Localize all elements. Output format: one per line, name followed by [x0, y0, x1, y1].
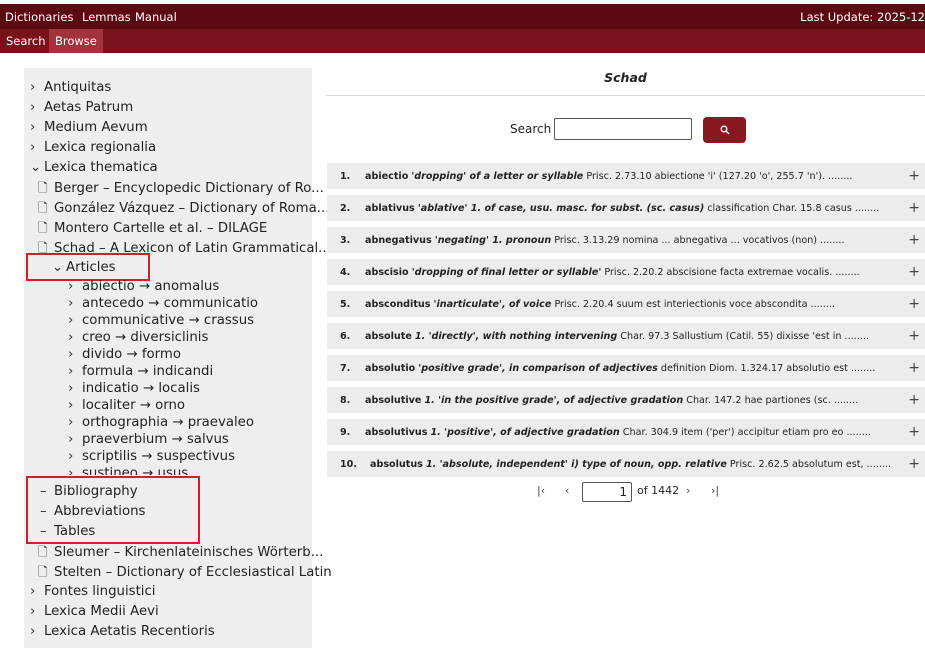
tree-range-item[interactable]: › divido → formo: [68, 347, 181, 363]
chevron-right-icon: ›: [30, 604, 36, 619]
expand-plus-icon[interactable]: +: [908, 392, 920, 408]
chevron-right-icon: ›: [68, 347, 74, 362]
result-row[interactable]: 10. absolutus 1. 'absolute, independent'…: [327, 451, 925, 477]
result-row[interactable]: 5. absconditus 'inarticulate', of voice …: [327, 291, 925, 317]
expand-plus-icon[interactable]: +: [908, 456, 920, 472]
tree-item-medii-aevi[interactable]: › Lexica Medii Aevi: [30, 604, 159, 620]
search-button[interactable]: [703, 117, 746, 143]
tree-range-item[interactable]: › localiter → orno: [68, 398, 185, 414]
chevron-right-icon: ›: [30, 100, 36, 115]
page-number-input[interactable]: 1: [582, 482, 632, 502]
document-icon: 🗋: [38, 201, 48, 215]
result-row[interactable]: 1. abiectio 'dropping' of a letter or sy…: [327, 163, 925, 189]
expand-plus-icon[interactable]: +: [908, 264, 920, 280]
highlight-box-articles: [26, 253, 150, 281]
chevron-right-icon: ›: [68, 398, 74, 413]
result-row[interactable]: 8. absolutive 1. 'in the positive grade'…: [327, 387, 925, 413]
sub-nav-bar: Search Browse: [0, 29, 925, 53]
tree-range-item[interactable]: › antecedo → communicatio: [68, 296, 258, 312]
chevron-right-icon: ›: [30, 584, 36, 599]
expand-plus-icon[interactable]: +: [908, 360, 920, 376]
chevron-right-icon: ›: [68, 364, 74, 379]
tree-dict-sleumer[interactable]: 🗋 Sleumer – Kirchenlateinisches Wörterb..…: [38, 544, 323, 561]
next-page-button[interactable]: ›: [686, 484, 690, 497]
tree-range-item[interactable]: › orthographia → praevaleo: [68, 415, 254, 431]
tree-item-fontes[interactable]: › Fontes linguistici: [30, 584, 156, 600]
tree-item-aetas-patrum[interactable]: › Aetas Patrum: [30, 100, 133, 116]
document-icon: 🗋: [38, 181, 48, 195]
highlight-box-extras: [26, 476, 200, 544]
result-row[interactable]: 6. absolute 1. 'directly', with nothing …: [327, 323, 925, 349]
expand-plus-icon[interactable]: +: [908, 200, 920, 216]
chevron-right-icon: ›: [30, 120, 36, 135]
result-row[interactable]: 9. absolutivus 1. 'positive', of adjecti…: [327, 419, 925, 445]
first-page-button[interactable]: |‹: [537, 484, 545, 497]
chevron-right-icon: ›: [68, 279, 74, 294]
document-icon: 🗋: [38, 221, 48, 235]
tree-item-medium-aevum[interactable]: › Medium Aevum: [30, 120, 148, 136]
result-row[interactable]: 7. absolutio 'positive grade', in compar…: [327, 355, 925, 381]
tree-range-item[interactable]: › scriptilis → suspectivus: [68, 449, 235, 465]
expand-plus-icon[interactable]: +: [908, 296, 920, 312]
tree-range-item[interactable]: › formula → indicandi: [68, 364, 213, 380]
tree-dict-gonzalez[interactable]: 🗋 González Vázquez – Dictionary of Roma..…: [38, 200, 329, 217]
tree-range-item[interactable]: › sustineo → usus: [68, 466, 188, 475]
expand-plus-icon[interactable]: +: [908, 168, 920, 184]
title-divider: [326, 95, 925, 96]
chevron-right-icon: ›: [68, 432, 74, 447]
chevron-right-icon: ›: [68, 313, 74, 328]
search-icon: [720, 125, 729, 135]
tree-range-item[interactable]: › abiectio → anomalus: [68, 279, 219, 295]
nav-lemmas[interactable]: Lemmas: [82, 10, 131, 24]
chevron-right-icon: ›: [68, 296, 74, 311]
tree-dict-berger[interactable]: 🗋 Berger – Encyclopedic Dictionary of Ro.…: [38, 180, 324, 197]
subnav-browse[interactable]: Browse: [49, 29, 103, 53]
document-icon: 🗋: [38, 545, 48, 559]
tree-dict-stelten[interactable]: 🗋 Stelten – Dictionary of Ecclesiastical …: [38, 564, 332, 581]
tree-item-lexica-regionalia[interactable]: › Lexica regionalia: [30, 140, 156, 156]
chevron-right-icon: ›: [30, 80, 36, 95]
result-row[interactable]: 3. abnegativus 'negating' 1. pronoun Pri…: [327, 227, 925, 253]
chevron-right-icon: ›: [68, 330, 74, 345]
prev-page-button[interactable]: ‹: [565, 484, 569, 497]
result-row[interactable]: 4. abscisio 'dropping of final letter or…: [327, 259, 925, 285]
tree-range-item[interactable]: › communicative → crassus: [68, 313, 254, 329]
last-update-text: Last Update: 2025-12: [800, 10, 925, 24]
page-title: Schad: [604, 70, 647, 85]
chevron-right-icon: ›: [68, 449, 74, 464]
chevron-right-icon: ›: [68, 381, 74, 396]
tree-item-lexica-thematica[interactable]: ⌄ Lexica thematica: [30, 160, 158, 176]
page-total-label: of 1442: [637, 484, 680, 497]
tree-dict-montero[interactable]: 🗋 Montero Cartelle et al. – DILAGE: [38, 220, 267, 237]
search-label: Search: [510, 122, 552, 136]
subnav-search[interactable]: Search: [0, 29, 52, 53]
chevron-right-icon: ›: [68, 466, 74, 475]
last-page-button[interactable]: ›|: [711, 484, 719, 497]
nav-dictionaries[interactable]: Dictionaries: [5, 10, 73, 24]
search-input[interactable]: [554, 118, 692, 140]
chevron-right-icon: ›: [68, 415, 74, 430]
tree-range-item[interactable]: › praeverbium → salvus: [68, 432, 229, 448]
tree-item-antiquitas[interactable]: › Antiquitas: [30, 80, 111, 96]
expand-plus-icon[interactable]: +: [908, 328, 920, 344]
nav-manual[interactable]: Manual: [135, 10, 177, 24]
result-row[interactable]: 2. ablativus 'ablative' 1. of case, usu.…: [327, 195, 925, 221]
expand-plus-icon[interactable]: +: [908, 424, 920, 440]
tree-range-item[interactable]: › indicatio → localis: [68, 381, 200, 397]
document-icon: 🗋: [38, 565, 48, 579]
tree-range-item[interactable]: › creo → diversiclinis: [68, 330, 208, 346]
top-nav-bar: Dictionaries Lemmas Manual Last Update: …: [0, 4, 925, 29]
chevron-right-icon: ›: [30, 140, 36, 155]
dictionary-tree-sidebar: › Antiquitas › Aetas Patrum › Medium Aevum …: [24, 68, 332, 648]
expand-plus-icon[interactable]: +: [908, 232, 920, 248]
chevron-down-icon: ⌄: [30, 160, 42, 175]
